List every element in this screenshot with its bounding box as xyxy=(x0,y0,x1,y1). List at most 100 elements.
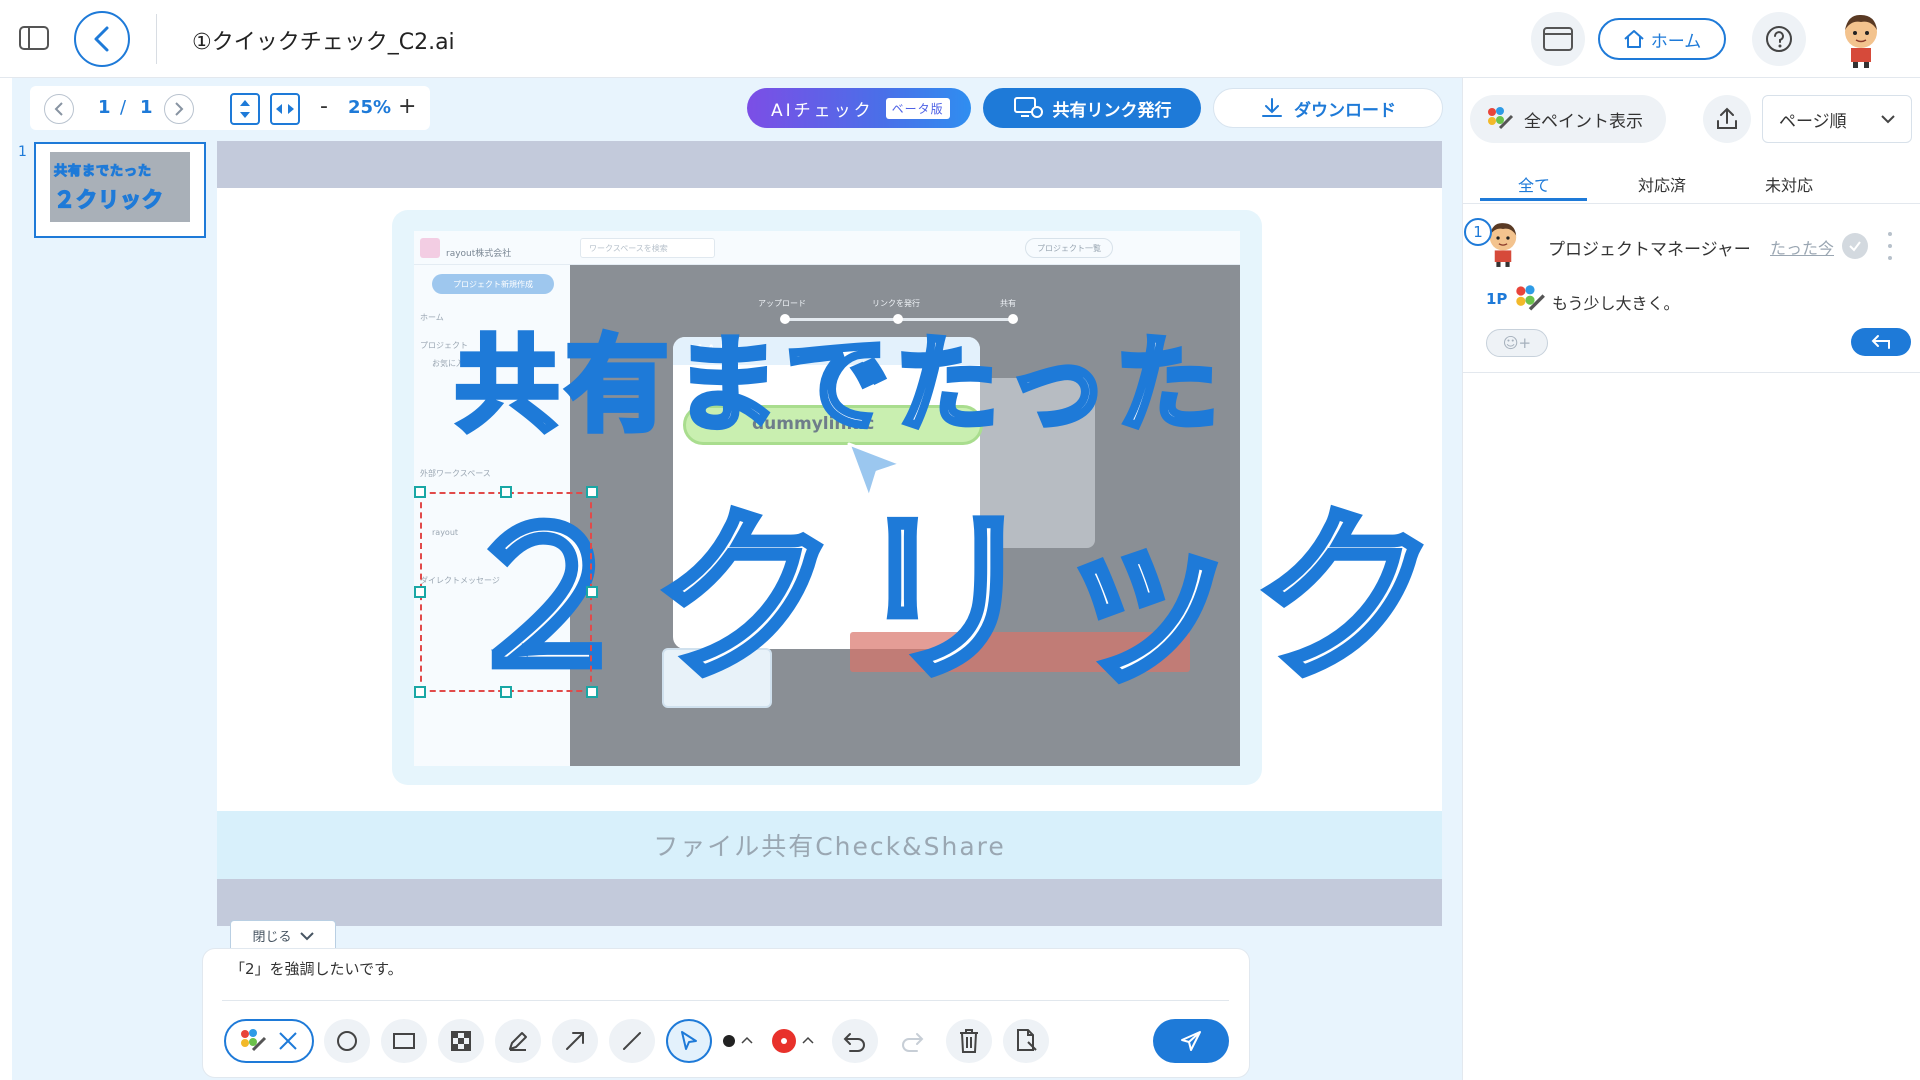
mockup-side-item: ホーム xyxy=(420,313,444,322)
zoom-in-button[interactable]: + xyxy=(398,94,416,119)
ellipse-tool-button[interactable] xyxy=(324,1019,370,1063)
mockup-step-dot xyxy=(893,314,903,324)
next-page-button[interactable] xyxy=(164,94,194,124)
comment-input[interactable]: 「2」を強調したいです。 xyxy=(230,958,403,979)
mockup-step-label: リンクを発行 xyxy=(872,299,920,308)
export-button[interactable] xyxy=(1703,95,1751,143)
resize-handle[interactable] xyxy=(414,586,426,598)
fit-height-button[interactable] xyxy=(230,93,260,125)
resize-handle[interactable] xyxy=(586,586,598,598)
rectangle-icon xyxy=(393,1033,415,1049)
zoom-out-button[interactable]: - xyxy=(320,94,328,119)
window-layout-button[interactable] xyxy=(1531,12,1585,66)
chevron-down-icon xyxy=(299,931,314,940)
paint-toggle-group[interactable] xyxy=(224,1019,314,1063)
arrow-tool-button[interactable] xyxy=(552,1019,598,1063)
download-label: ダウンロード xyxy=(1294,100,1396,121)
sidebar-toggle-icon[interactable] xyxy=(18,24,50,52)
line-icon xyxy=(623,1032,641,1050)
stroke-dot-icon xyxy=(723,1035,753,1047)
paint-palette-icon[interactable] xyxy=(1514,284,1546,314)
current-page-input[interactable]: 1 xyxy=(98,97,111,118)
resolve-button[interactable] xyxy=(1842,233,1868,259)
redo-icon xyxy=(902,1033,924,1052)
prev-page-button[interactable] xyxy=(44,94,74,124)
zoom-level[interactable]: 25% xyxy=(348,97,391,118)
help-icon xyxy=(1766,26,1792,52)
resize-handle[interactable] xyxy=(500,486,512,498)
rectangle-tool-button[interactable] xyxy=(381,1019,427,1063)
cursor-arrow-icon xyxy=(845,440,907,502)
share-link-label: 共有リンク発行 xyxy=(1052,100,1172,121)
delete-button[interactable] xyxy=(946,1019,992,1063)
back-button[interactable] xyxy=(74,11,130,67)
select-tool-button[interactable] xyxy=(666,1019,712,1063)
fit-width-button[interactable] xyxy=(270,93,300,125)
home-button[interactable]: ホーム xyxy=(1598,18,1726,60)
mosaic-tool-button[interactable] xyxy=(438,1019,484,1063)
share-link-button[interactable]: 共有リンク発行 xyxy=(983,88,1201,128)
undo-button[interactable] xyxy=(832,1019,878,1063)
circle-icon xyxy=(337,1031,357,1051)
resize-handle[interactable] xyxy=(414,486,426,498)
download-button[interactable]: ダウンロード xyxy=(1213,88,1443,128)
attach-file-button[interactable] xyxy=(1003,1019,1049,1063)
paint-palette-icon xyxy=(241,1029,267,1052)
page-separator: / xyxy=(120,97,127,118)
header-divider xyxy=(156,14,157,64)
paint-palette-icon xyxy=(1488,107,1514,130)
mockup-step-dot xyxy=(780,314,790,324)
user-avatar[interactable] xyxy=(1838,10,1884,68)
tab-resolved[interactable]: 対応済 xyxy=(1638,172,1686,196)
page-thumbnail[interactable]: 共有までたった ２クリック xyxy=(34,142,206,238)
emoji-icon: ☺+ xyxy=(1502,334,1532,352)
close-label: 閉じる xyxy=(252,930,292,945)
close-panel-button[interactable]: 閉じる xyxy=(230,920,336,950)
upload-icon xyxy=(1717,107,1737,129)
resize-handle[interactable] xyxy=(414,686,426,698)
share-link-icon xyxy=(1013,97,1043,118)
help-button[interactable] xyxy=(1752,12,1806,66)
pen-icon xyxy=(509,1032,527,1051)
reply-button[interactable] xyxy=(1851,328,1911,356)
redo-button[interactable] xyxy=(889,1019,935,1063)
resize-handle[interactable] xyxy=(500,686,512,698)
comment-author: プロジェクトマネージャー xyxy=(1548,240,1751,260)
window-icon xyxy=(1543,27,1573,51)
download-icon xyxy=(1262,98,1282,117)
pen-tool-button[interactable] xyxy=(495,1019,541,1063)
color-dot-icon xyxy=(772,1029,814,1053)
trash-icon xyxy=(960,1029,978,1053)
comment-timestamp[interactable]: たった今 xyxy=(1770,235,1834,259)
more-options-icon[interactable] xyxy=(1886,232,1894,260)
comment-page-ref[interactable]: 1P xyxy=(1486,290,1507,308)
comment-number-badge[interactable]: 1 xyxy=(1464,218,1492,246)
comment-text: もう少し大きく。 xyxy=(1552,294,1680,313)
reply-icon xyxy=(1871,335,1890,349)
show-all-paint-button[interactable]: 全ペイント表示 xyxy=(1470,95,1666,143)
send-comment-button[interactable] xyxy=(1153,1019,1229,1063)
sort-label: ページ順 xyxy=(1779,111,1847,132)
thumbnail-image: 共有までたった ２クリック xyxy=(50,152,190,222)
chevron-down-icon xyxy=(1881,115,1895,124)
comments-panel xyxy=(1462,78,1920,1080)
send-icon xyxy=(1181,1031,1201,1051)
chevron-left-icon xyxy=(54,102,63,116)
selection-box[interactable] xyxy=(420,492,592,692)
line-tool-button[interactable] xyxy=(609,1019,655,1063)
add-reaction-button[interactable]: ☺+ xyxy=(1486,329,1548,357)
undo-icon xyxy=(843,1033,865,1052)
resize-handle[interactable] xyxy=(586,486,598,498)
resize-handle[interactable] xyxy=(586,686,598,698)
app-header: ①クイックチェック_C2.ai ホーム xyxy=(0,0,1920,78)
total-pages: 1 xyxy=(140,97,153,118)
sort-select[interactable]: ページ順 xyxy=(1762,95,1912,143)
mockup-side-item: 外部ワークスペース xyxy=(420,469,491,478)
tab-unresolved[interactable]: 未対応 xyxy=(1765,172,1813,196)
ai-check-button[interactable]: AIチェック ベータ版 xyxy=(747,88,971,128)
arrow-icon xyxy=(566,1032,584,1050)
stroke-width-selector[interactable] xyxy=(718,1019,758,1063)
tab-all[interactable]: 全て xyxy=(1518,172,1550,196)
cursor-icon xyxy=(681,1031,697,1050)
color-selector[interactable] xyxy=(768,1019,820,1063)
